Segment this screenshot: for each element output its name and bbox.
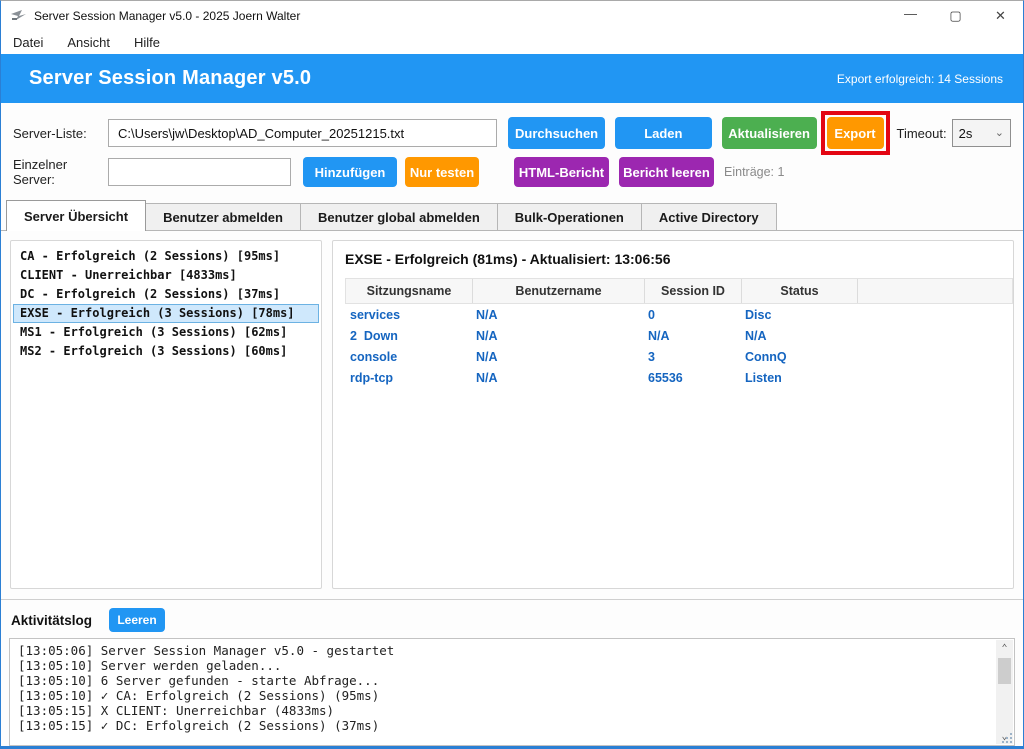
app-window: Server Session Manager v5.0 - 2025 Joern… xyxy=(0,0,1024,749)
maximize-icon: ▢ xyxy=(949,8,961,24)
resize-grip[interactable] xyxy=(1000,731,1012,743)
menu-item-ansicht[interactable]: Ansicht xyxy=(67,35,110,50)
column-header-empty xyxy=(857,279,1012,303)
html-report-button[interactable]: HTML-Bericht xyxy=(514,157,609,187)
tab-strip: Server Übersicht Benutzer abmelden Benut… xyxy=(1,199,1023,231)
server-list-item[interactable]: DC - Erfolgreich (2 Sessions) [37ms] xyxy=(13,285,319,304)
cell-benutzername: N/A xyxy=(471,371,643,385)
entries-count: Einträge: 1 xyxy=(724,165,784,179)
page-title: Server Session Manager v5.0 xyxy=(29,67,311,90)
timeout-select[interactable]: 2s ⌄ xyxy=(952,119,1011,147)
scrollbar-thumb[interactable] xyxy=(998,658,1011,684)
log-scrollbar[interactable]: ⌃ ⌄ xyxy=(996,640,1013,744)
timeout-label: Timeout: xyxy=(897,126,947,141)
column-header-sitzungsname: Sitzungsname xyxy=(346,279,472,303)
window-title: Server Session Manager v5.0 - 2025 Joern… xyxy=(34,9,888,23)
server-list-row: Server-Liste: Durchsuchen Laden Aktualis… xyxy=(13,111,1011,155)
cell-sitzungsname: console xyxy=(345,350,471,364)
tab-benutzer-abmelden[interactable]: Benutzer abmelden xyxy=(145,203,301,230)
server-list-item[interactable]: CLIENT - Unerreichbar [4833ms] xyxy=(13,266,319,285)
column-header-status: Status xyxy=(741,279,857,303)
column-header-session-id: Session ID xyxy=(644,279,741,303)
server-status-list: CA - Erfolgreich (2 Sessions) [95ms] CLI… xyxy=(10,240,322,589)
cell-session-id: 65536 xyxy=(643,371,740,385)
log-line: [13:05:15] ✓ DC: Erfolgreich (2 Sessions… xyxy=(18,718,990,733)
cell-benutzername: N/A xyxy=(471,350,643,364)
activity-log-section: Aktivitätslog Leeren [13:05:06] Server S… xyxy=(1,599,1023,746)
tab-benutzer-global-abmelden[interactable]: Benutzer global abmelden xyxy=(300,203,498,230)
session-table: Sitzungsname Benutzername Session ID Sta… xyxy=(345,278,1013,388)
activity-log-header: Aktivitätslog Leeren xyxy=(1,600,1023,638)
close-button[interactable]: ✕ xyxy=(978,1,1023,30)
load-button[interactable]: Laden xyxy=(615,117,712,149)
server-list-label: Server-Liste: xyxy=(13,126,108,141)
server-list-path-input[interactable] xyxy=(108,119,497,147)
timeout-value: 2s xyxy=(959,126,973,141)
cell-benutzername: N/A xyxy=(471,308,643,322)
log-line: [13:05:10] ✓ CA: Erfolgreich (2 Sessions… xyxy=(18,688,990,703)
single-server-label: Einzelner Server: xyxy=(13,157,108,187)
single-server-input[interactable] xyxy=(108,158,291,186)
clear-log-button[interactable]: Leeren xyxy=(109,608,165,632)
tab-bulk-operationen[interactable]: Bulk-Operationen xyxy=(497,203,642,230)
maximize-button[interactable]: ▢ xyxy=(933,1,978,30)
tab-active-directory[interactable]: Active Directory xyxy=(641,203,777,230)
single-server-row: Einzelner Server: Hinzufügen Nur testen … xyxy=(13,155,1011,189)
chevron-down-icon: ⌄ xyxy=(995,128,1004,139)
menu-item-datei[interactable]: Datei xyxy=(13,35,43,50)
cell-status: Disc xyxy=(740,308,856,322)
tab-content: CA - Erfolgreich (2 Sessions) [95ms] CLI… xyxy=(1,231,1023,597)
browse-button[interactable]: Durchsuchen xyxy=(508,117,605,149)
add-server-button[interactable]: Hinzufügen xyxy=(303,157,397,187)
cell-sitzungsname: 2 Down xyxy=(345,329,471,343)
session-detail-panel: EXSE - Erfolgreich (81ms) - Aktualisiert… xyxy=(332,240,1014,589)
table-row[interactable]: services N/A 0 Disc xyxy=(345,305,1013,325)
log-line: [13:05:10] Server werden geladen... xyxy=(18,658,990,673)
cell-session-id: 3 xyxy=(643,350,740,364)
session-panel-title: EXSE - Erfolgreich (81ms) - Aktualisiert… xyxy=(345,251,1001,267)
cell-status: N/A xyxy=(740,329,856,343)
table-row[interactable]: 2 Down N/A N/A N/A xyxy=(345,326,1013,346)
server-list-item[interactable]: CA - Erfolgreich (2 Sessions) [95ms] xyxy=(13,247,319,266)
server-list-item-selected[interactable]: EXSE - Erfolgreich (3 Sessions) [78ms] xyxy=(13,304,319,323)
cell-session-id: 0 xyxy=(643,308,740,322)
test-only-button[interactable]: Nur testen xyxy=(405,157,479,187)
tab-server-uebersicht[interactable]: Server Übersicht xyxy=(6,200,146,231)
scroll-up-icon[interactable]: ⌃ xyxy=(996,640,1013,656)
app-header: Server Session Manager v5.0 Export erfol… xyxy=(1,54,1023,103)
app-icon xyxy=(10,8,27,23)
cell-status: Listen xyxy=(740,371,856,385)
minimize-button[interactable]: — xyxy=(888,1,933,30)
server-list-item[interactable]: MS2 - Erfolgreich (3 Sessions) [60ms] xyxy=(13,342,319,361)
menu-bar: Datei Ansicht Hilfe xyxy=(1,30,1023,54)
cell-status: ConnQ xyxy=(740,350,856,364)
server-list-item[interactable]: MS1 - Erfolgreich (3 Sessions) [62ms] xyxy=(13,323,319,342)
cell-benutzername: N/A xyxy=(471,329,643,343)
menu-item-hilfe[interactable]: Hilfe xyxy=(134,35,160,50)
export-button[interactable]: Export xyxy=(827,117,884,149)
cell-session-id: N/A xyxy=(643,329,740,343)
control-area: Server-Liste: Durchsuchen Laden Aktualis… xyxy=(1,103,1023,195)
session-table-header: Sitzungsname Benutzername Session ID Sta… xyxy=(345,278,1013,304)
cell-sitzungsname: services xyxy=(345,308,471,322)
log-line: [13:05:15] X CLIENT: Unerreichbar (4833m… xyxy=(18,703,990,718)
activity-log-title: Aktivitätslog xyxy=(11,613,92,628)
clear-report-button[interactable]: Bericht leeren xyxy=(619,157,714,187)
activity-log-output[interactable]: [13:05:06] Server Session Manager v5.0 -… xyxy=(9,638,1015,746)
table-row[interactable]: rdp-tcp N/A 65536 Listen xyxy=(345,368,1013,388)
log-line: [13:05:06] Server Session Manager v5.0 -… xyxy=(18,643,990,658)
close-icon: ✕ xyxy=(995,8,1006,24)
title-bar: Server Session Manager v5.0 - 2025 Joern… xyxy=(1,1,1023,30)
minimize-icon: — xyxy=(904,6,917,21)
refresh-button[interactable]: Aktualisieren xyxy=(722,117,817,149)
column-header-benutzername: Benutzername xyxy=(472,279,644,303)
export-highlight-annotation: Export xyxy=(821,111,890,155)
table-row[interactable]: console N/A 3 ConnQ xyxy=(345,347,1013,367)
log-line: [13:05:10] 6 Server gefunden - starte Ab… xyxy=(18,673,990,688)
header-status-text: Export erfolgreich: 14 Sessions xyxy=(837,72,1003,86)
cell-sitzungsname: rdp-tcp xyxy=(345,371,471,385)
